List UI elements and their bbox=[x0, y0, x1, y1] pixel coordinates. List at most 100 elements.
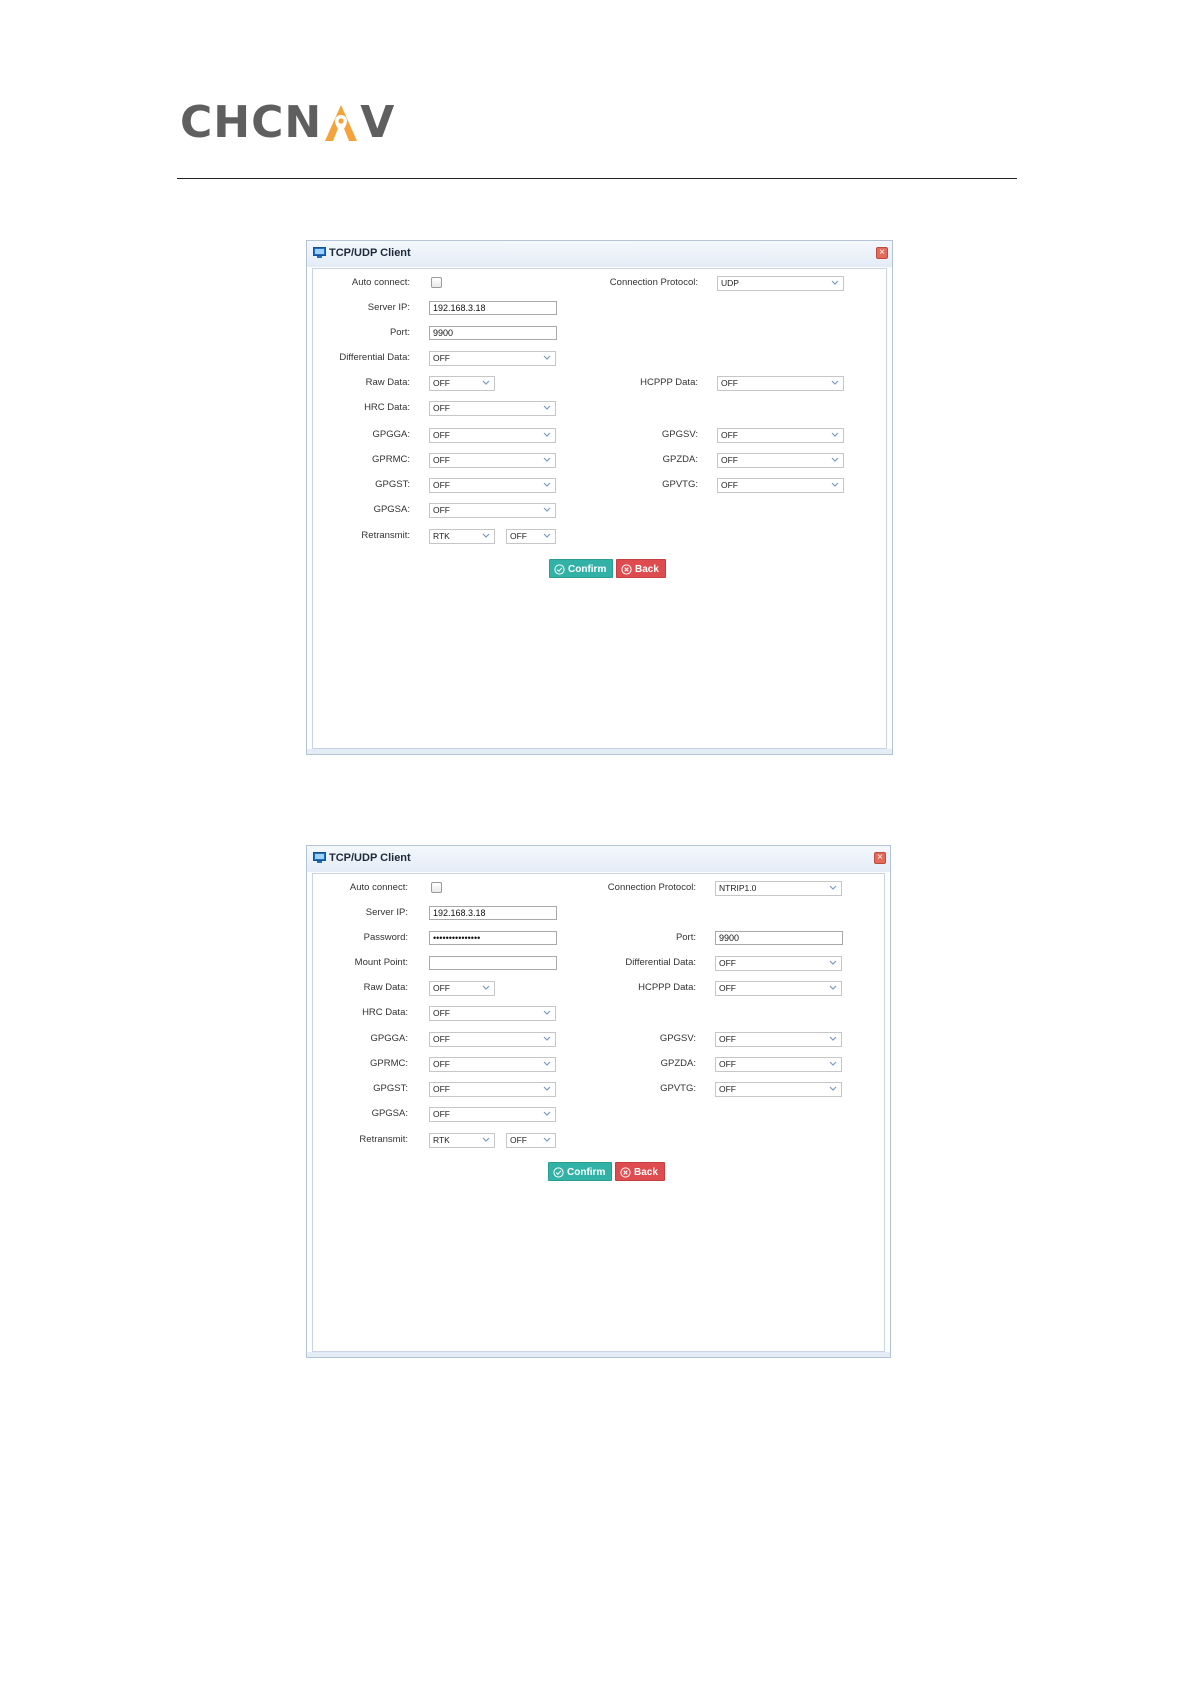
gpgst-value: OFF bbox=[433, 480, 450, 490]
connection-protocol-select[interactable]: UDP bbox=[717, 276, 844, 291]
confirm-button[interactable]: Confirm bbox=[548, 1162, 612, 1181]
hcppp-data-label: HCPPP Data: bbox=[640, 377, 698, 388]
check-circle-icon bbox=[553, 1167, 564, 1178]
close-icon[interactable]: × bbox=[876, 247, 888, 259]
close-circle-icon bbox=[620, 1167, 631, 1178]
connection-protocol-select[interactable]: NTRIP1.0 bbox=[715, 881, 842, 896]
gpvtg-select[interactable]: OFF bbox=[715, 1082, 842, 1097]
gpgst-select[interactable]: OFF bbox=[429, 1082, 556, 1097]
connection-protocol-value: UDP bbox=[721, 278, 739, 288]
gpzda-value: OFF bbox=[719, 1059, 736, 1069]
back-label: Back bbox=[634, 1167, 658, 1178]
gpvtg-label: GPVTG: bbox=[662, 479, 698, 490]
gprmc-value: OFF bbox=[433, 455, 450, 465]
password-input[interactable]: ••••••••••••••• bbox=[429, 931, 557, 945]
hcppp-data-select[interactable]: OFF bbox=[715, 981, 842, 996]
connection-protocol-value: NTRIP1.0 bbox=[719, 883, 757, 893]
mount-point-input[interactable] bbox=[429, 956, 557, 970]
gpvtg-value: OFF bbox=[719, 1084, 736, 1094]
chevron-down-icon bbox=[543, 507, 551, 512]
chevron-down-icon bbox=[543, 482, 551, 487]
chevron-down-icon bbox=[829, 885, 837, 890]
chevron-down-icon bbox=[482, 533, 490, 538]
retransmit-state-select[interactable]: OFF bbox=[506, 1133, 556, 1148]
port-input[interactable]: 9900 bbox=[715, 931, 843, 945]
auto-connect-checkbox[interactable] bbox=[431, 277, 442, 288]
chevron-down-icon bbox=[831, 482, 839, 487]
chevron-down-icon bbox=[829, 960, 837, 965]
raw-data-label: Raw Data: bbox=[363, 982, 408, 993]
differential-data-select[interactable]: OFF bbox=[715, 956, 842, 971]
chevron-down-icon bbox=[543, 1010, 551, 1015]
gpzda-label: GPZDA: bbox=[662, 454, 698, 465]
differential-data-select[interactable]: OFF bbox=[429, 351, 556, 366]
gpgga-select[interactable]: OFF bbox=[429, 428, 556, 443]
confirm-button[interactable]: Confirm bbox=[549, 559, 613, 578]
gpvtg-value: OFF bbox=[721, 480, 738, 490]
auto-connect-checkbox[interactable] bbox=[431, 882, 442, 893]
retransmit-state-value: OFF bbox=[510, 531, 527, 541]
chevron-down-icon bbox=[831, 432, 839, 437]
gpgsv-select[interactable]: OFF bbox=[717, 428, 844, 443]
hrc-data-select[interactable]: OFF bbox=[429, 401, 556, 416]
gpgga-label: GPGGA: bbox=[372, 429, 410, 440]
hrc-data-label: HRC Data: bbox=[364, 402, 410, 413]
tcp-udp-client-dialog-ntrip: TCP/UDP Client × Auto connect: Server IP… bbox=[306, 845, 891, 1358]
chevron-down-icon bbox=[482, 380, 490, 385]
gpvtg-label: GPVTG: bbox=[660, 1083, 696, 1094]
back-label: Back bbox=[635, 564, 659, 575]
server-ip-input[interactable]: 192.168.3.18 bbox=[429, 906, 557, 920]
differential-data-value: OFF bbox=[719, 958, 736, 968]
gpgsv-value: OFF bbox=[719, 1034, 736, 1044]
hrc-data-select[interactable]: OFF bbox=[429, 1006, 556, 1021]
gpzda-value: OFF bbox=[721, 455, 738, 465]
raw-data-select[interactable]: OFF bbox=[429, 981, 495, 996]
hcppp-data-select[interactable]: OFF bbox=[717, 376, 844, 391]
back-button[interactable]: Back bbox=[616, 559, 666, 578]
hcppp-data-value: OFF bbox=[721, 378, 738, 388]
dialog-titlebar: TCP/UDP Client × bbox=[307, 846, 890, 872]
confirm-label: Confirm bbox=[567, 1167, 606, 1178]
dialog-title: TCP/UDP Client bbox=[329, 852, 411, 864]
retransmit-state-select[interactable]: OFF bbox=[506, 529, 556, 544]
port-input[interactable]: 9900 bbox=[429, 326, 557, 340]
gpgsa-select[interactable]: OFF bbox=[429, 1107, 556, 1122]
chevron-down-icon bbox=[829, 985, 837, 990]
gprmc-label: GPRMC: bbox=[370, 1058, 408, 1069]
retransmit-type-value: RTK bbox=[433, 531, 450, 541]
close-icon[interactable]: × bbox=[874, 852, 886, 864]
gpgst-select[interactable]: OFF bbox=[429, 478, 556, 493]
port-label: Port: bbox=[389, 327, 410, 338]
retransmit-type-select[interactable]: RTK bbox=[429, 529, 495, 544]
gprmc-select[interactable]: OFF bbox=[429, 1057, 556, 1072]
gpgsv-select[interactable]: OFF bbox=[715, 1032, 842, 1047]
gpgst-label: GPGST: bbox=[375, 479, 410, 490]
chevron-down-icon bbox=[482, 1137, 490, 1142]
gpgsa-select[interactable]: OFF bbox=[429, 503, 556, 518]
retransmit-type-select[interactable]: RTK bbox=[429, 1133, 495, 1148]
dialog-body: Auto connect: Server IP: 192.168.3.18 Po… bbox=[312, 268, 887, 749]
hrc-data-value: OFF bbox=[433, 1008, 450, 1018]
gpgga-label: GPGGA: bbox=[370, 1033, 408, 1044]
chevron-down-icon bbox=[543, 1061, 551, 1066]
connection-protocol-label: Connection Protocol: bbox=[607, 882, 696, 893]
dialog-bottom-border bbox=[307, 1352, 890, 1357]
gpzda-select[interactable]: OFF bbox=[715, 1057, 842, 1072]
gpgga-select[interactable]: OFF bbox=[429, 1032, 556, 1047]
gpvtg-select[interactable]: OFF bbox=[717, 478, 844, 493]
logo-text-part2: V bbox=[360, 97, 396, 148]
gpzda-select[interactable]: OFF bbox=[717, 453, 844, 468]
back-button[interactable]: Back bbox=[615, 1162, 665, 1181]
dialog-bottom-border bbox=[307, 749, 892, 754]
chevron-down-icon bbox=[829, 1061, 837, 1066]
chevron-down-icon bbox=[831, 457, 839, 462]
server-ip-label: Server IP: bbox=[367, 302, 410, 313]
gprmc-label: GPRMC: bbox=[372, 454, 410, 465]
retransmit-type-value: RTK bbox=[433, 1135, 450, 1145]
chevron-down-icon bbox=[543, 1137, 551, 1142]
gprmc-select[interactable]: OFF bbox=[429, 453, 556, 468]
mount-point-label: Mount Point: bbox=[354, 957, 408, 968]
server-ip-input[interactable]: 192.168.3.18 bbox=[429, 301, 557, 315]
raw-data-select[interactable]: OFF bbox=[429, 376, 495, 391]
auto-connect-label: Auto connect: bbox=[351, 277, 410, 288]
